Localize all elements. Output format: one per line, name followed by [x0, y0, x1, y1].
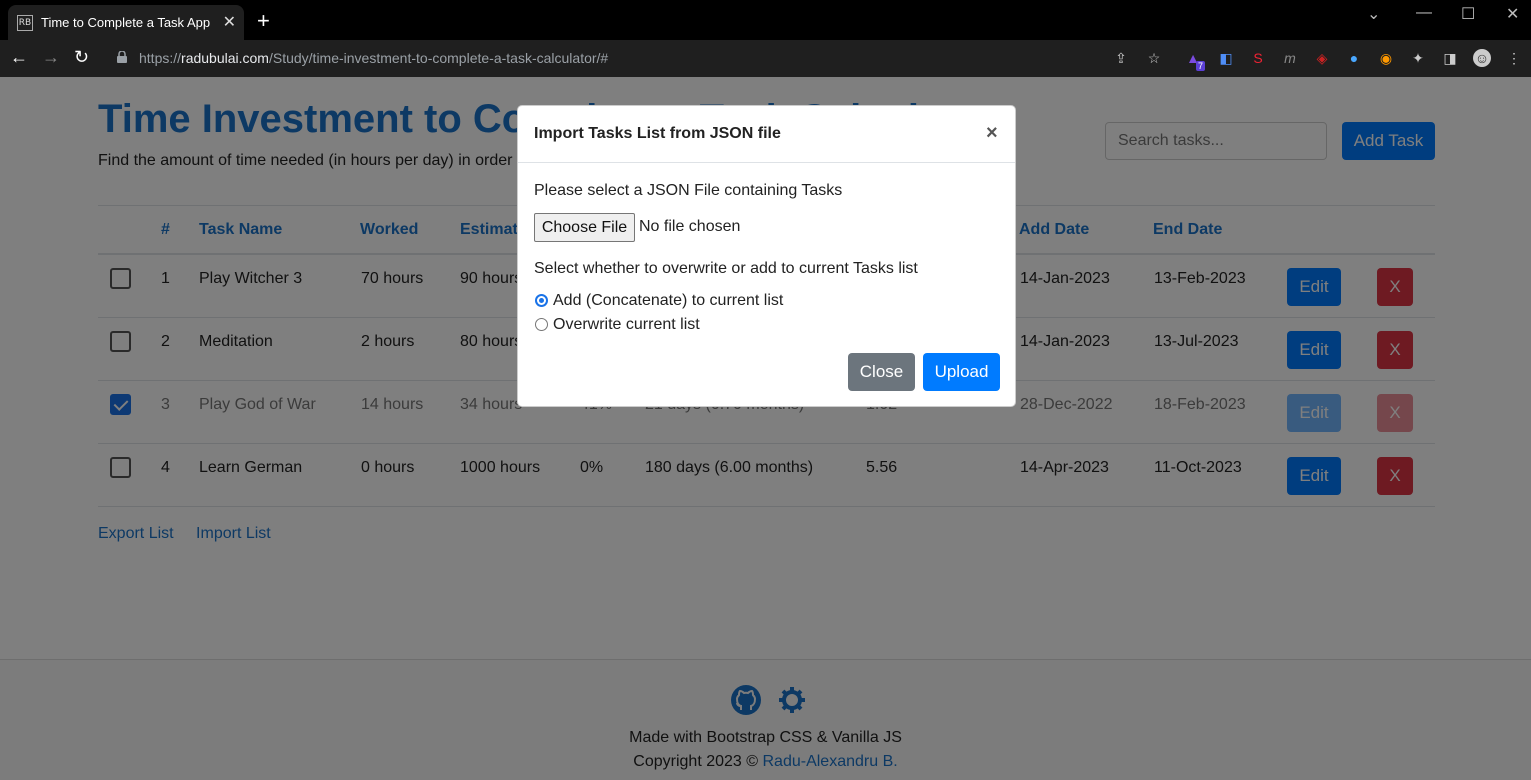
- address-bar[interactable]: https://radubulai.com/Study/time-investm…: [139, 50, 608, 66]
- overwrite-radio[interactable]: [535, 318, 548, 331]
- site-favicon-icon: RB: [17, 15, 33, 31]
- lock-icon[interactable]: [117, 51, 127, 63]
- back-icon[interactable]: ←: [10, 47, 28, 68]
- file-select-label: Please select a JSON File containing Tas…: [534, 182, 843, 199]
- modal-close-icon[interactable]: ×: [986, 122, 998, 145]
- extension-orange-icon[interactable]: ◉: [1377, 49, 1395, 67]
- forward-icon[interactable]: →: [42, 47, 60, 68]
- upload-button[interactable]: Upload: [923, 353, 1000, 391]
- choose-file-button[interactable]: Choose File: [534, 213, 635, 242]
- browser-tab-bar: RB Time to Complete a Task App ✕ + ⌄ — ☐…: [0, 0, 1531, 40]
- minimize-icon[interactable]: —: [1416, 4, 1432, 22]
- modal-title: Import Tasks List from JSON file: [534, 125, 781, 142]
- side-panel-icon[interactable]: ◨: [1441, 49, 1459, 67]
- import-modal: Import Tasks List from JSON file × Pleas…: [517, 105, 1016, 407]
- extension-badge: 7: [1196, 61, 1206, 71]
- reload-icon[interactable]: ↻: [74, 47, 89, 68]
- maximize-icon[interactable]: ☐: [1461, 4, 1475, 24]
- profile-avatar-icon[interactable]: ☺: [1473, 49, 1491, 67]
- add-concatenate-radio[interactable]: [535, 294, 548, 307]
- share-icon[interactable]: ⇪: [1112, 49, 1130, 67]
- add-concatenate-label[interactable]: Add (Concatenate) to current list: [553, 292, 783, 310]
- import-mode-label: Select whether to overwrite or add to cu…: [534, 260, 918, 277]
- extension-shazam-icon[interactable]: ●: [1345, 49, 1363, 67]
- tab-title: Time to Complete a Task App: [41, 15, 211, 30]
- file-chosen-status: No file chosen: [639, 218, 741, 235]
- extension-translate-icon[interactable]: ◧: [1217, 49, 1235, 67]
- tab-close-icon[interactable]: ✕: [223, 12, 236, 32]
- close-button[interactable]: Close: [848, 353, 915, 391]
- browser-toolbar: ← → ↻ https://radubulai.com/Study/time-i…: [0, 40, 1531, 77]
- modal-header: Import Tasks List from JSON file ×: [518, 106, 1015, 163]
- window-close-icon[interactable]: ✕: [1506, 4, 1519, 24]
- browser-menu-icon[interactable]: ⋮: [1505, 49, 1523, 67]
- extension-m-icon[interactable]: m: [1281, 49, 1299, 67]
- browser-tab[interactable]: RB Time to Complete a Task App ✕: [8, 5, 244, 40]
- extension-s-icon[interactable]: S: [1249, 49, 1267, 67]
- overwrite-label[interactable]: Overwrite current list: [553, 316, 700, 334]
- bookmark-star-icon[interactable]: ☆: [1145, 49, 1163, 67]
- tab-search-icon[interactable]: ⌄: [1367, 4, 1380, 24]
- new-tab-button[interactable]: +: [257, 8, 270, 34]
- extension-red-icon[interactable]: ◈: [1313, 49, 1331, 67]
- extensions-puzzle-icon[interactable]: ✦: [1409, 49, 1427, 67]
